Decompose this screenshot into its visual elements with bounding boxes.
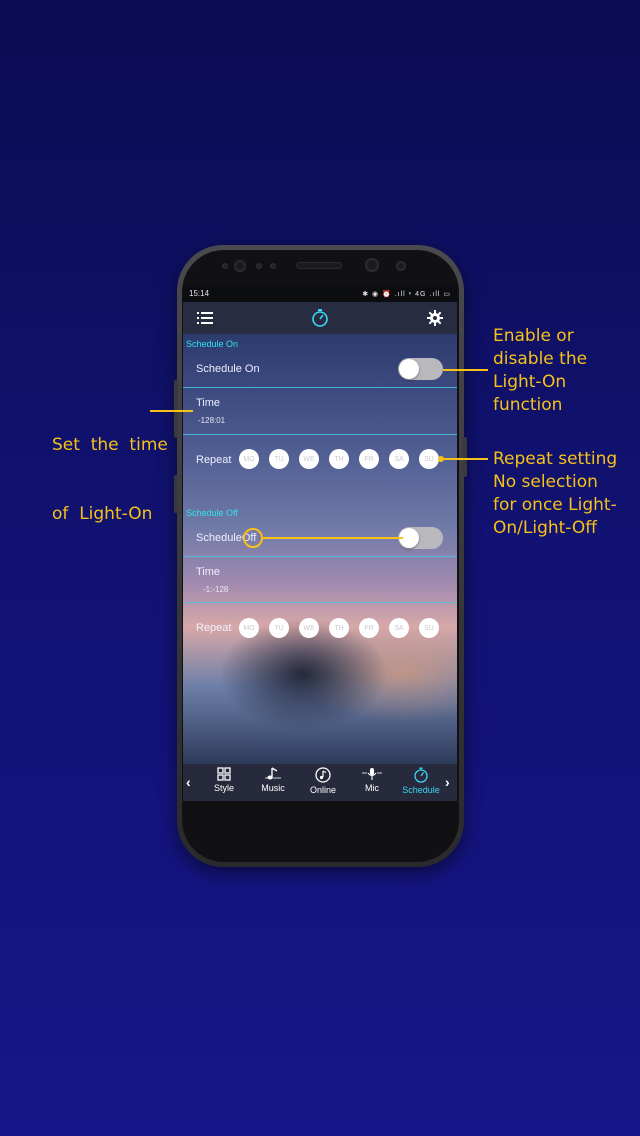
- schedule-on-toggle-knob: [399, 359, 419, 379]
- day-sa[interactable]: SA: [389, 618, 409, 638]
- schedule-off-label-prefix: Schedule: [196, 532, 242, 544]
- nav-label-schedule: Schedule: [402, 785, 440, 795]
- annotation-enable-line: [443, 369, 488, 371]
- schedule-on-time-label[interactable]: Time: [196, 397, 220, 409]
- annotation-set-time: Set the time of Light-On: [52, 388, 168, 549]
- timer-icon: [414, 767, 428, 783]
- sensor-dot-2: [256, 263, 262, 269]
- music-note-icon: [265, 767, 281, 780]
- grid-icon: [217, 767, 231, 781]
- sensor-dot-3: [270, 263, 276, 269]
- day-th[interactable]: TH: [329, 618, 349, 638]
- phone-side-button-right: [463, 437, 467, 477]
- divider: [183, 602, 457, 603]
- day-mo[interactable]: MO: [239, 618, 259, 638]
- day-we[interactable]: WE: [299, 449, 319, 469]
- schedule-on-label: Schedule On: [196, 363, 260, 375]
- nav-right-arrow-icon[interactable]: ›: [445, 774, 450, 790]
- nav-item-online[interactable]: Online: [299, 767, 347, 795]
- schedule-on-days: MO TU WE TH FR SA SU: [239, 449, 439, 469]
- timer-icon: [312, 309, 328, 327]
- annotation-set-time-line-2: of Light-On: [52, 504, 153, 524]
- annotation-repeat-line-2: No selection: [493, 472, 598, 492]
- schedule-content: Schedule On Schedule On Time -128:01 Rep…: [183, 334, 457, 764]
- annotation-enable-line-3: Light-On: [493, 372, 567, 392]
- schedule-on-repeat-label: Repeat: [196, 454, 232, 466]
- annotation-enable-line-2: disable the: [493, 349, 588, 369]
- gear-icon[interactable]: [427, 310, 443, 326]
- divider: [183, 556, 457, 557]
- annotation-repeat-line-1: Repeat setting: [493, 449, 618, 469]
- schedule-off-toggle[interactable]: [398, 527, 443, 549]
- annotation-enable-line-1: Enable or: [493, 326, 574, 346]
- nav-label-style: Style: [213, 783, 234, 793]
- schedule-on-toggle[interactable]: [398, 358, 443, 380]
- annotation-repeat: Repeat setting No selection for once Lig…: [493, 448, 617, 540]
- divider: [183, 387, 457, 388]
- schedule-off-time-label[interactable]: Time: [196, 566, 220, 578]
- nav-label-music: Music: [261, 783, 285, 793]
- divider: [183, 434, 457, 435]
- day-sa[interactable]: SA: [389, 449, 409, 469]
- day-fr[interactable]: FR: [359, 618, 379, 638]
- annotation-enable: Enable or disable the Light-On function: [493, 325, 587, 417]
- status-bar: 15:14 ✱ ◉ ⏰ .ıll ⁿ 4G .ıll ▭: [183, 285, 457, 302]
- nav-label-mic: Mic: [365, 783, 379, 793]
- sensor-dot-1: [222, 263, 228, 269]
- annotation-repeat-line-3: for once Light-: [493, 495, 617, 515]
- iris-sensor-icon: [396, 261, 406, 271]
- schedule-on-section-title: Schedule On: [186, 339, 239, 349]
- annotation-off-line: [263, 537, 403, 539]
- day-th[interactable]: TH: [329, 449, 349, 469]
- bottom-nav: ‹ Style Music Online Mic Schedule ›: [183, 764, 457, 801]
- schedule-on-time-value[interactable]: -128:01: [198, 416, 225, 425]
- off-highlight-ring: [243, 528, 263, 548]
- iris-camera-icon: [365, 258, 379, 272]
- annotation-repeat-line: [441, 458, 488, 460]
- day-mo[interactable]: MO: [239, 449, 259, 469]
- annotation-enable-line-4: function: [493, 395, 563, 415]
- microphone-icon: [362, 768, 382, 780]
- earpiece-speaker: [296, 262, 342, 269]
- phone-side-button-left-2: [174, 475, 178, 513]
- online-music-icon: [315, 767, 331, 783]
- phone-screen: 15:14 ✱ ◉ ⏰ .ıll ⁿ 4G .ıll ▭ Schedule On…: [183, 285, 457, 801]
- day-su[interactable]: SU: [419, 618, 439, 638]
- nav-item-style[interactable]: Style: [200, 767, 248, 793]
- annotation-set-time-line: [150, 410, 193, 412]
- nav-left-arrow-icon[interactable]: ‹: [186, 774, 191, 790]
- day-fr[interactable]: FR: [359, 449, 379, 469]
- schedule-off-section-title: Schedule Off: [186, 508, 238, 518]
- annotation-repeat-line-4: On/Light-Off: [493, 518, 598, 538]
- day-tu[interactable]: TU: [269, 449, 289, 469]
- annotation-set-time-line-1: Set the time: [52, 435, 168, 455]
- nav-item-mic[interactable]: Mic: [348, 767, 396, 793]
- annotation-repeat-dot: [438, 456, 444, 462]
- day-tu[interactable]: TU: [269, 618, 289, 638]
- schedule-off-time-value[interactable]: -1:-128: [203, 585, 228, 594]
- phone-side-button-left-1: [174, 380, 178, 438]
- day-su[interactable]: SU: [419, 449, 439, 469]
- nav-label-online: Online: [309, 785, 336, 795]
- day-we[interactable]: WE: [299, 618, 319, 638]
- nav-item-music[interactable]: Music: [249, 767, 297, 793]
- app-bar: [183, 302, 457, 334]
- schedule-off-repeat-label: Repeat: [196, 622, 232, 634]
- front-camera-icon: [234, 260, 246, 272]
- schedule-off-days: MO TU WE TH FR SA SU: [239, 618, 439, 638]
- status-time: 15:14: [189, 289, 210, 298]
- nav-item-schedule[interactable]: Schedule: [397, 767, 445, 795]
- menu-icon[interactable]: [197, 311, 213, 325]
- status-icons: ✱ ◉ ⏰ .ıll ⁿ 4G .ıll ▭: [362, 290, 451, 298]
